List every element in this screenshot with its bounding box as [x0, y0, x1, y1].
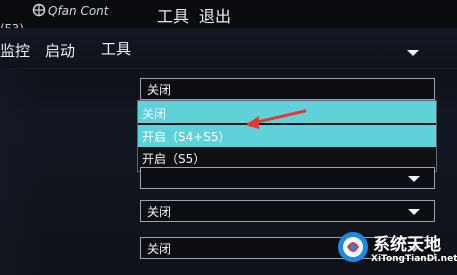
left-shadow	[0, 68, 40, 275]
setting-select-3-value: 关闭	[147, 242, 172, 256]
watermark-logo-icon	[338, 232, 368, 262]
chevron-down-icon[interactable]	[407, 50, 419, 56]
chevron-down-icon	[408, 176, 420, 182]
watermark-url: XiTongTianDi.net	[371, 254, 457, 264]
setting-select-1[interactable]	[140, 167, 435, 189]
divider	[0, 68, 457, 69]
menu-bar: Qfan Cont 工具 退出	[0, 0, 457, 28]
qfan-brand: Qfan Cont	[32, 3, 108, 18]
chevron-down-icon	[408, 209, 420, 215]
option-label: 开启（S4+S5）	[142, 130, 231, 144]
setting-select-2-value: 关闭	[147, 205, 172, 219]
red-arrow-annotation	[245, 109, 307, 129]
option-label: 关闭	[142, 107, 167, 121]
tab-tools[interactable]: 工具	[101, 38, 131, 59]
power-select-value: 关闭	[147, 83, 172, 97]
watermark-title: 系统天地	[373, 235, 441, 255]
tab-row: 监控 启动 工具	[0, 28, 457, 68]
menu-item-tools[interactable]: 工具	[157, 3, 189, 27]
qfan-brand-text: Qfan Cont	[48, 4, 109, 18]
tab-boot[interactable]: 启动	[45, 40, 75, 61]
watermark: 系统天地 XiTongTianDi.net	[337, 227, 457, 273]
option-label: 开启（S5）	[142, 152, 206, 166]
bios-window: Qfan Cont 工具 退出 (F3) 监控 启动 工具 关闭 关闭 开启（S…	[0, 0, 457, 275]
setting-select-2[interactable]: 关闭	[140, 200, 435, 222]
qfan-logo-icon	[32, 3, 46, 17]
menu-item-exit[interactable]: 退出	[199, 3, 231, 27]
power-select[interactable]: 关闭	[140, 78, 435, 100]
dropdown-option-s5[interactable]: 开启（S5）	[138, 147, 436, 169]
tab-monitor[interactable]: 监控	[0, 40, 30, 61]
